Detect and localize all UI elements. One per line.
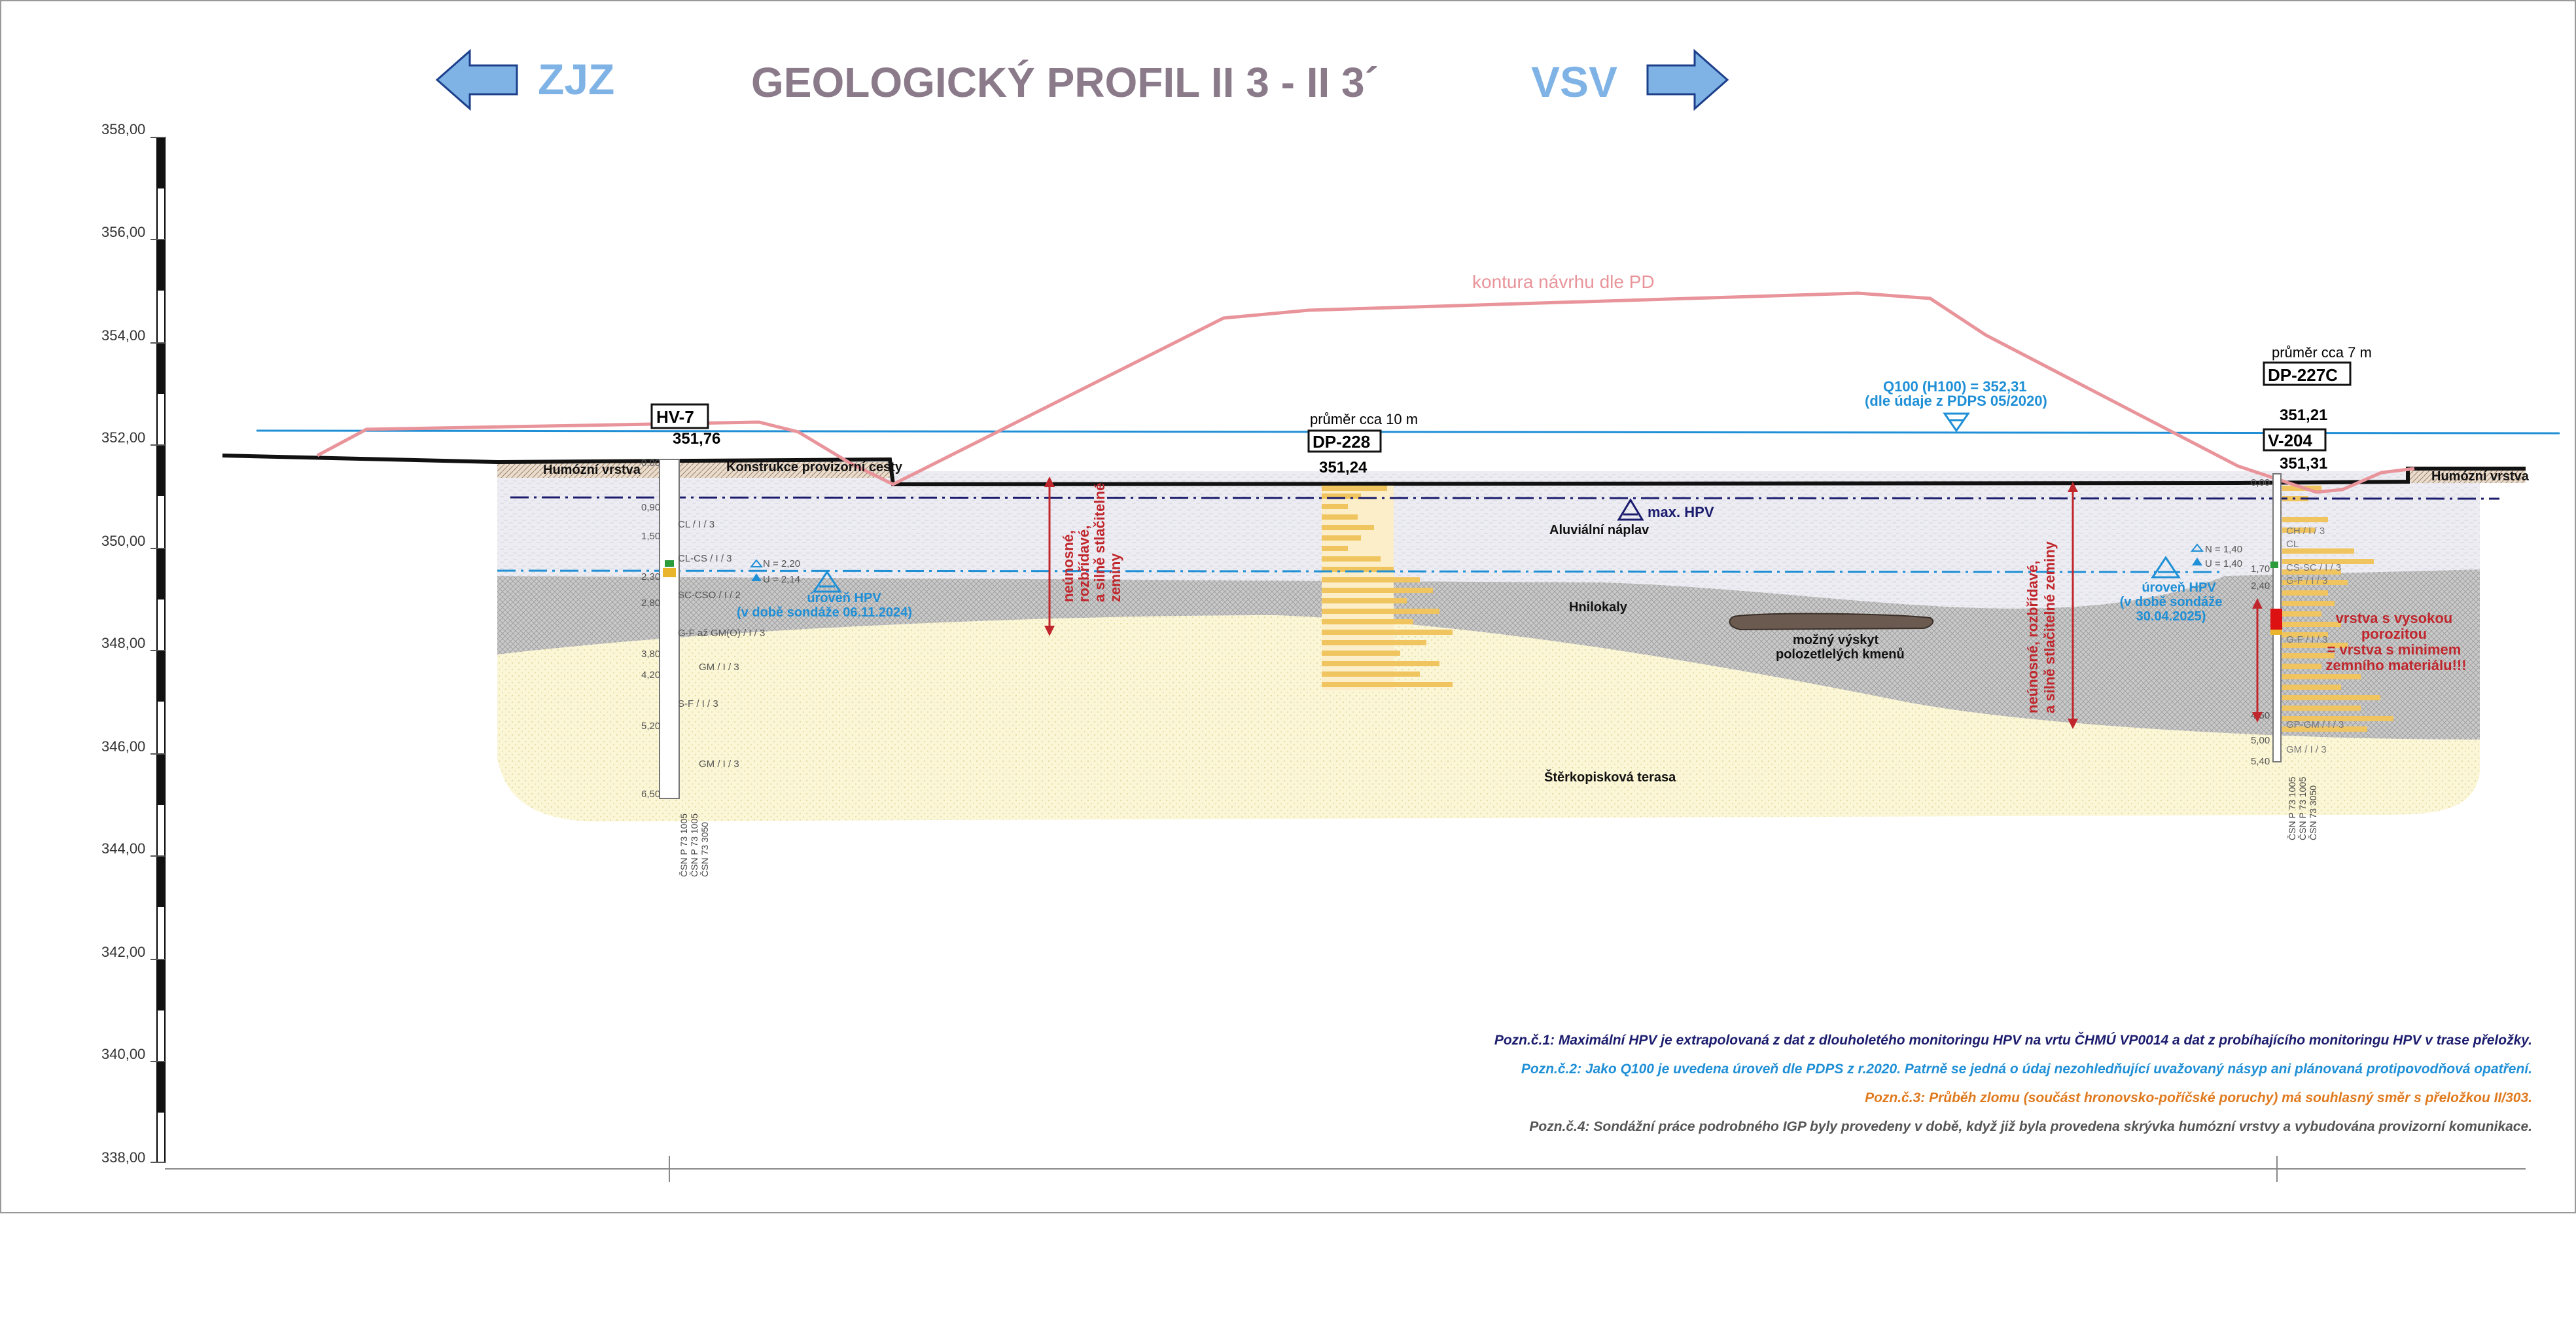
q100-annotation: Q100 (H100) = 352,31 (dle údaje z PDPS 0…: [1865, 378, 2047, 433]
warning-right-text: neúnosné, rozbřídavé, a silně stlačiteln…: [2024, 541, 2058, 713]
y-tick-label: 342,00: [101, 944, 145, 960]
u-level: U = 2,14: [763, 574, 800, 585]
y-tick-label: 346,00: [101, 738, 145, 755]
wood-log-icon: [1729, 613, 1934, 631]
hpv-date: 30.04.2025): [2136, 609, 2206, 624]
soil-label: SC-CSO / I / 2: [678, 590, 741, 601]
depth-label: 1,50: [641, 531, 660, 542]
standard-label: ČSN P 73 1005: [2297, 777, 2308, 840]
dp227c-name: DP-227C: [2268, 365, 2338, 385]
v204-name: V-204: [2268, 431, 2312, 450]
y-tick-label: 348,00: [101, 635, 145, 651]
y-tick-label: 352,00: [101, 429, 145, 446]
label-wood2: polozetlelých kmenů: [1776, 647, 1905, 662]
borehole-dp228: průměr cca 10 m DP-228 351,24: [1307, 411, 1418, 476]
label-humus-right: Humózní vrstva: [2431, 469, 2530, 484]
y-tick-label: 340,00: [101, 1046, 145, 1062]
geological-profile-drawing: ZJZ GEOLOGICKÝ PROFIL II 3 - II 3´ VSV 3…: [0, 0, 2576, 1213]
depth-label: 4,20: [641, 670, 660, 681]
depth-label: 5,40: [2251, 756, 2270, 767]
depth-label: 6,50: [641, 789, 660, 800]
label-wood: možný výskyt: [1793, 633, 1879, 647]
soil-label: GM / I / 3: [2286, 744, 2327, 755]
y-tick-label: 344,00: [101, 840, 145, 857]
n-level: N = 2,20: [763, 558, 800, 569]
dp227c-elev: 351,21: [2280, 406, 2327, 424]
standard-label: ČSN 73 3050: [699, 822, 710, 877]
n-level: N = 1,40: [2205, 544, 2242, 555]
label-clay: Hnilokaly: [1569, 600, 1628, 615]
depth-label: 5,20: [641, 721, 660, 732]
soil-label: CL / I / 3: [678, 519, 715, 530]
standard-label: ČSN P 73 1005: [689, 814, 699, 877]
dp228-diam: průměr cca 10 m: [1310, 411, 1418, 427]
depth-label: 0,00: [2251, 477, 2270, 488]
title-block: ZJZ GEOLOGICKÝ PROFIL II 3 - II 3´ VSV: [435, 48, 1729, 111]
hpv-date: (v době sondáže 06.11.2024): [737, 605, 912, 620]
direction-right: VSV: [1531, 58, 1617, 106]
soil-label: CL: [2286, 539, 2299, 550]
depth-label: 2,40: [2251, 581, 2270, 592]
notes: Pozn.č.1: Maximální HPV je extrapolovaná…: [1494, 1032, 2532, 1134]
soil-label: CH / I / 3: [2286, 526, 2325, 537]
soil-label: CS-SC / I / 3: [2286, 562, 2341, 573]
page-title: GEOLOGICKÝ PROFIL II 3 - II 3´: [751, 59, 1379, 106]
label-alluvial: Aluviální náplav: [1549, 523, 1650, 537]
q100-line: [256, 429, 2560, 435]
dp228-name: DP-228: [1313, 432, 1370, 452]
soil-label: G-F až GM(O) / I / 3: [678, 628, 765, 639]
soil-label: G-F / I / 3: [2286, 575, 2327, 586]
depth-label: 3,80: [641, 649, 660, 660]
standard-label: ČSN P 73 1005: [679, 814, 689, 877]
depth-label: 0,90: [641, 502, 660, 513]
v204-standards: ČSN P 73 1005 ČSN P 73 1005 ČSN 73 3050: [2287, 777, 2318, 840]
q100-marker-icon: [1943, 412, 1970, 433]
hpv-label: úroveň HPV: [807, 591, 881, 605]
y-tick-label: 354,00: [101, 327, 145, 344]
dp227c-diam: průměr cca 7 m: [2272, 344, 2372, 361]
max-hpv-label: max. HPV: [1648, 504, 1714, 520]
soil-label: G-F / I / 3: [2286, 634, 2327, 645]
soil-label: GM / I / 3: [699, 759, 739, 770]
hv7-standards: ČSN P 73 1005 ČSN P 73 1005 ČSN 73 3050: [679, 814, 710, 877]
hv7-name: HV-7: [656, 407, 694, 427]
q100-note: (dle údaje z PDPS 05/2020): [1865, 393, 2047, 409]
right-arrow-icon: [1646, 48, 1729, 111]
direction-left: ZJZ: [538, 55, 614, 103]
hv7-elev: 351,76: [673, 430, 720, 448]
depth-label: 5,00: [2251, 735, 2270, 746]
soil-label: GP-GM / I / 3: [2286, 719, 2344, 730]
soil-label: S-F / I / 3: [678, 698, 718, 709]
borehole-dp227c: průměr cca 7 m DP-227C 351,21: [2263, 344, 2372, 424]
y-tick-label: 356,00: [101, 224, 145, 240]
note-1: Pozn.č.1: Maximální HPV je extrapolovaná…: [1494, 1032, 2532, 1048]
standard-label: ČSN 73 3050: [2308, 785, 2318, 840]
note-2: Pozn.č.2: Jako Q100 je uvedena úroveň dl…: [1521, 1062, 2532, 1077]
note-4: Pozn.č.4: Sondážní práce podrobného IGP …: [1529, 1119, 2532, 1134]
soil-label: GM / I / 3: [699, 662, 739, 673]
standard-label: ČSN P 73 1005: [2287, 777, 2297, 840]
dp228-elev: 351,24: [1319, 459, 1367, 476]
soil-label: CL-CS / I / 3: [678, 553, 732, 564]
y-tick-label: 338,00: [101, 1149, 145, 1166]
design-contour-label: kontura návrhu dle PD: [1472, 272, 1655, 292]
y-tick-labels: 358,00 356,00 354,00 352,00 350,00 348,0…: [101, 121, 145, 1166]
depth-label: 2,80: [641, 598, 660, 609]
depth-label: 2,30: [641, 571, 660, 582]
y-tick-label: 350,00: [101, 533, 145, 549]
hpv-date: (v době sondáže: [2120, 595, 2223, 609]
depth-label: 1,70: [2251, 563, 2270, 575]
u-level: U = 1,40: [2205, 558, 2242, 569]
label-humus-left: Humózní vrstva: [543, 463, 641, 477]
label-terrace: Štěrkopisková terasa: [1544, 769, 1676, 785]
warning-porous-text: vrstva s vysokou porozitou = vrstva s mi…: [2325, 610, 2466, 673]
v204-elev: 351,31: [2280, 455, 2327, 473]
y-tick-label: 358,00: [101, 121, 145, 137]
left-arrow-icon: [435, 48, 518, 111]
note-3: Pozn.č.3: Průběh zlomu (součást hronovsk…: [1865, 1090, 2532, 1105]
depth-label: 0,00: [641, 457, 660, 469]
hpv-label: úroveň HPV: [2142, 581, 2216, 595]
label-construction: Konstrukce provizorní cesty: [726, 460, 903, 474]
